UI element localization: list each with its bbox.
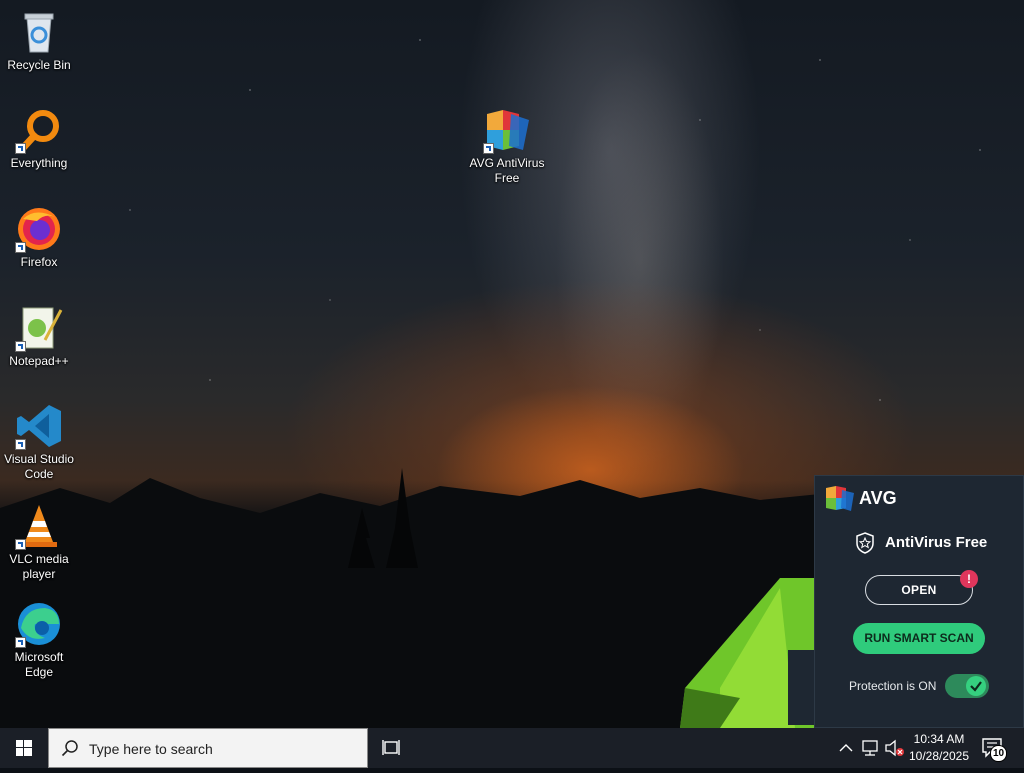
start-button[interactable] <box>0 728 48 768</box>
clock-date: 10/28/2025 <box>908 749 970 763</box>
taskbar: Type here to search 10:34 AM 10/28/2025 <box>0 728 1024 768</box>
volume-tray-button[interactable] <box>884 738 906 758</box>
toggle-knob <box>966 676 986 696</box>
shortcut-arrow-icon <box>15 341 26 352</box>
protection-toggle[interactable] <box>945 674 989 698</box>
task-view-icon <box>382 740 400 755</box>
shortcut-arrow-icon <box>15 143 26 154</box>
desktop-icon-label: Microsoft Edge <box>14 650 64 679</box>
avg-product-name: AntiVirus Free <box>885 534 988 551</box>
partial-notification-card <box>788 650 816 725</box>
checkmark-icon <box>970 681 982 692</box>
shortcut-arrow-icon <box>483 143 494 154</box>
desktop-icon-label: Visual Studio Code <box>4 452 74 481</box>
taskbar-search-box[interactable]: Type here to search <box>48 728 368 768</box>
chevron-up-icon <box>839 744 853 752</box>
show-hidden-icons-button[interactable] <box>836 738 856 758</box>
task-view-button[interactable] <box>372 728 412 768</box>
protection-status-label: Protection is ON <box>849 679 937 693</box>
desktop-icon-notepad-plus-plus[interactable]: Notepad++ <box>1 304 77 369</box>
firefox-icon <box>15 205 63 253</box>
search-icon <box>61 740 78 757</box>
edge-icon <box>15 600 63 648</box>
desktop-icon-recycle-bin[interactable]: Recycle Bin <box>1 8 77 73</box>
desktop-icon-everything[interactable]: Everything <box>1 106 77 171</box>
run-smart-scan-button[interactable]: RUN SMART SCAN <box>853 623 985 654</box>
shortcut-arrow-icon <box>15 637 26 648</box>
avg-logo-icon <box>483 106 531 154</box>
shield-star-icon <box>856 532 874 554</box>
taskbar-clock[interactable]: 10:34 AM 10/28/2025 <box>906 731 972 765</box>
network-tray-button[interactable] <box>860 738 882 758</box>
shortcut-arrow-icon <box>15 539 26 550</box>
desktop-icon-label: Notepad++ <box>9 354 69 368</box>
vlc-cone-icon <box>15 502 63 550</box>
notification-count-badge: 10 <box>990 745 1007 762</box>
shortcut-arrow-icon <box>15 242 26 253</box>
avg-brand-icon <box>826 486 854 511</box>
clock-time: 10:34 AM <box>913 732 965 746</box>
recycle-bin-icon <box>15 8 63 56</box>
volume-muted-icon <box>885 739 904 757</box>
desktop-icon-label: Everything <box>10 156 68 170</box>
network-icon <box>862 740 878 756</box>
desktop-icon-label: Firefox <box>20 255 58 269</box>
everything-search-icon <box>15 106 63 154</box>
desktop-icon-label: Recycle Bin <box>7 58 71 72</box>
shortcut-arrow-icon <box>15 439 26 450</box>
desktop-icon-firefox[interactable]: Firefox <box>1 205 77 270</box>
desktop-icon-avg-antivirus[interactable]: AVG AntiVirus Free <box>469 106 545 186</box>
windows-start-icon <box>16 740 32 756</box>
avg-brand-text: AVG <box>859 488 897 508</box>
vscode-icon <box>15 402 63 450</box>
desktop-icon-vscode[interactable]: Visual Studio Code <box>1 402 77 482</box>
desktop-icon-label: VLC media player <box>9 552 69 581</box>
avg-open-button[interactable]: OPEN <box>865 575 973 605</box>
desktop-icon-edge[interactable]: Microsoft Edge <box>1 600 77 680</box>
alert-badge-icon: ! <box>960 570 978 588</box>
search-placeholder: Type here to search <box>89 741 213 757</box>
avg-tray-popup: AVG AntiVirus Free OPEN ! RUN SMART SCAN… <box>814 475 1024 728</box>
notepad-plus-plus-icon <box>15 304 63 352</box>
desktop-icon-vlc[interactable]: VLC media player <box>1 502 77 582</box>
desktop-icon-label: AVG AntiVirus Free <box>469 156 545 185</box>
